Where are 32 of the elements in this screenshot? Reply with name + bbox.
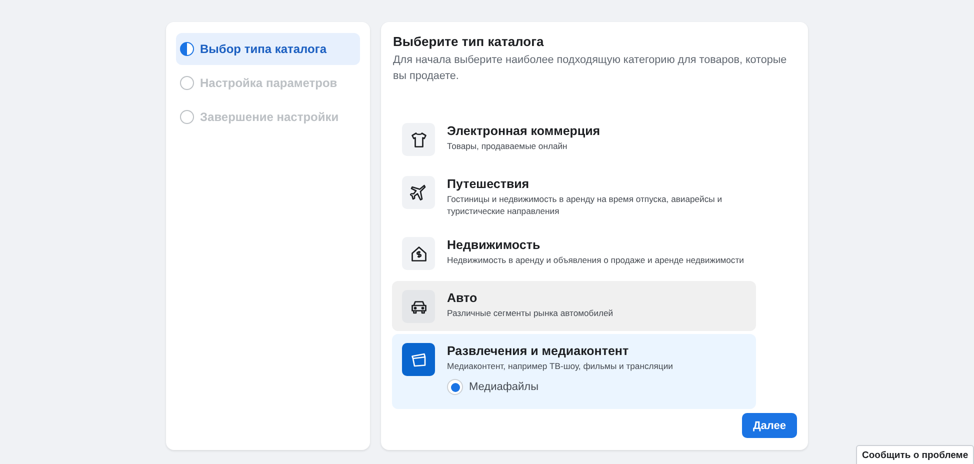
category-description: Товары, продаваемые онлайн <box>447 140 568 152</box>
airplane-icon <box>410 184 428 202</box>
category-option[interactable]: Авто Различные сегменты рынка автомобилей <box>392 281 756 331</box>
step-label: Выбор типа каталога <box>200 42 327 56</box>
circle-icon <box>180 76 194 90</box>
step-label: Завершение настройки <box>200 110 339 124</box>
house-dollar-icon <box>410 244 428 262</box>
category-option[interactable]: Путешествия Гостиницы и недвижимость в аренду на время отпуска, авиарейсы и туристические направления <box>392 167 756 225</box>
shirt-icon <box>410 130 428 148</box>
next-button[interactable]: Далее <box>742 413 797 438</box>
radio-button[interactable] <box>447 379 463 395</box>
half-circle-icon <box>180 42 194 56</box>
category-title: Авто <box>447 291 478 305</box>
report-problem-button[interactable]: Сообщить о проблеме <box>856 445 974 464</box>
panel-title: Выберите тип каталога <box>393 34 545 49</box>
category-description: Недвижимость в аренду и объявления о продаже и аренде недвижимости <box>447 254 745 266</box>
category-option[interactable]: Недвижимость Недвижимость в аренду и объявления о продаже и аренде недвижимости <box>392 228 756 278</box>
category-option[interactable]: Электронная коммерция Товары, продаваемые онлайн <box>392 114 756 164</box>
category-title: Развлечения и медиаконтент <box>447 344 630 358</box>
category-description: Различные сегменты рынка автомобилей <box>447 307 614 319</box>
step-item[interactable]: Выбор типа каталога <box>176 33 360 65</box>
option-label: Медиафайлы <box>469 381 538 393</box>
step-label: Настройка параметров <box>200 76 338 90</box>
panel-subtitle: Для начала выберите наиболее подходящую категорию для товаров, которые вы продаете. <box>393 53 788 84</box>
category-title: Недвижимость <box>447 238 542 252</box>
circle-icon <box>180 110 194 124</box>
category-title: Электронная коммерция <box>447 124 602 138</box>
category-description: Медиаконтент, например ТВ-шоу, фильмы и трансляции <box>447 360 674 372</box>
category-option[interactable]: Развлечения и медиаконтент Медиаконтент, например ТВ-шоу, фильмы и трансляции Медиафайлы <box>392 334 756 409</box>
category-title: Путешествия <box>447 177 530 191</box>
clapperboard-icon <box>410 350 428 368</box>
category-description: Гостиницы и недвижимость в аренду на время отпуска, авиарейсы и туристические направления <box>447 193 724 217</box>
